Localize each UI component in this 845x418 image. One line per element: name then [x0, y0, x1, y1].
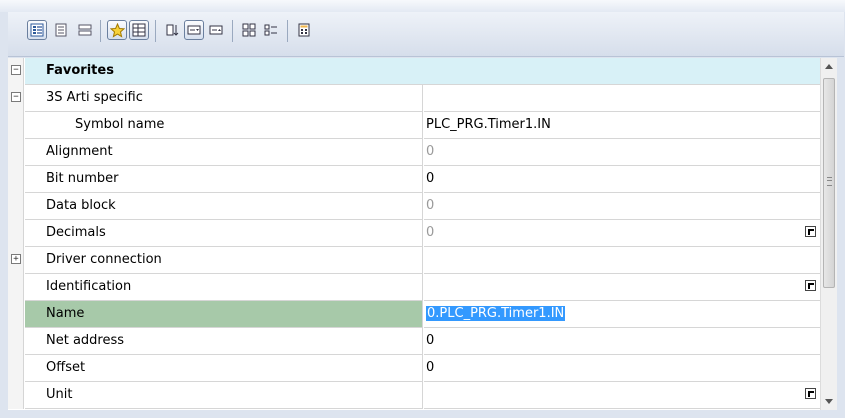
- toolbar-separator: [155, 20, 156, 42]
- selected-value-text[interactable]: 0.PLC_PRG.Timer1.IN: [426, 306, 566, 321]
- property-value[interactable]: [424, 85, 820, 112]
- property-name: Identification: [25, 274, 423, 301]
- edit-field-icon: [187, 25, 201, 35]
- toolbar-separator: [100, 20, 101, 42]
- grip-icon: [827, 177, 832, 186]
- favorites-button[interactable]: [107, 20, 127, 40]
- property-pages-icon: [55, 23, 67, 37]
- row-gutter: +: [8, 247, 24, 274]
- open-dialog-icon[interactable]: [805, 388, 816, 399]
- dropdown-field-button[interactable]: [206, 20, 226, 40]
- list-view-icon: [78, 24, 92, 36]
- property-value[interactable]: 0: [424, 328, 820, 355]
- property-value[interactable]: [424, 247, 820, 274]
- property-row-alignment[interactable]: Alignment 0: [8, 139, 820, 166]
- sort-icon: [166, 24, 179, 36]
- collapse-icon[interactable]: −: [11, 65, 21, 75]
- favorites-category-label: Favorites: [25, 58, 820, 85]
- property-value[interactable]: 0: [424, 193, 820, 220]
- collapse-all-icon: [264, 24, 277, 36]
- row-gutter: −: [8, 85, 24, 112]
- property-name: Net address: [25, 328, 423, 355]
- toolbar-separator: [232, 20, 233, 42]
- property-row-decimals[interactable]: Decimals 0: [8, 220, 820, 247]
- row-gutter: [8, 328, 24, 355]
- property-name: Name: [25, 301, 423, 328]
- collapse-icon[interactable]: −: [11, 92, 21, 102]
- property-value-text: 0: [426, 225, 435, 240]
- property-name: Unit: [25, 382, 423, 409]
- dropdown-field-icon: [209, 25, 223, 35]
- list-view-button[interactable]: [75, 20, 95, 40]
- property-value[interactable]: [424, 382, 820, 409]
- sort-button[interactable]: [162, 20, 182, 40]
- property-name: 3S Arti specific: [25, 85, 423, 112]
- property-name: Data block: [25, 193, 423, 220]
- row-gutter: [8, 355, 24, 382]
- scroll-down-arrow-icon[interactable]: [825, 399, 833, 404]
- calculator-icon: [298, 23, 310, 37]
- property-row-3s-arti-specific[interactable]: − 3S Arti specific: [8, 85, 820, 112]
- property-value-editor[interactable]: 0.PLC_PRG.Timer1.IN: [424, 301, 820, 328]
- row-gutter: [8, 382, 24, 409]
- property-name: Symbol name: [25, 112, 423, 139]
- property-row-symbol-name[interactable]: Symbol name PLC_PRG.Timer1.IN: [8, 112, 820, 139]
- expand-all-button[interactable]: [239, 20, 259, 40]
- property-row-bit-number[interactable]: Bit number 0: [8, 166, 820, 193]
- property-row-net-address[interactable]: Net address 0: [8, 328, 820, 355]
- open-dialog-icon[interactable]: [805, 226, 816, 237]
- row-gutter: [8, 112, 24, 139]
- calculator-button[interactable]: [294, 20, 314, 40]
- toolbar-separator: [287, 20, 288, 42]
- favorites-star-icon: [109, 22, 125, 38]
- property-name: Alignment: [25, 139, 423, 166]
- row-gutter: −: [8, 58, 24, 85]
- categorized-view-button[interactable]: [27, 20, 47, 40]
- top-band: [0, 0, 845, 12]
- property-sheet-button[interactable]: [129, 20, 149, 40]
- row-gutter: [8, 193, 24, 220]
- property-row-identification[interactable]: Identification: [8, 274, 820, 301]
- collapse-all-button[interactable]: [261, 20, 281, 40]
- scroll-thumb[interactable]: [823, 78, 835, 288]
- property-value[interactable]: PLC_PRG.Timer1.IN: [424, 112, 820, 139]
- row-gutter: [8, 139, 24, 166]
- property-value[interactable]: 0: [424, 139, 820, 166]
- row-gutter: [8, 274, 24, 301]
- property-name: Decimals: [25, 220, 423, 247]
- expand-icon[interactable]: +: [11, 254, 21, 264]
- property-pages-button[interactable]: [51, 20, 71, 40]
- scroll-up-arrow-icon[interactable]: [825, 64, 833, 69]
- property-grid-panel: − Favorites − 3S Arti specific Symbol na…: [0, 0, 845, 418]
- row-gutter: [8, 220, 24, 247]
- row-gutter: [8, 166, 24, 193]
- row-gutter: [8, 301, 24, 328]
- property-sheet-icon: [132, 23, 146, 37]
- property-grid: − Favorites − 3S Arti specific Symbol na…: [8, 58, 820, 410]
- vertical-scrollbar[interactable]: [820, 58, 837, 410]
- property-row-data-block[interactable]: Data block 0: [8, 193, 820, 220]
- property-row-unit[interactable]: Unit: [8, 382, 820, 409]
- expand-all-icon: [242, 23, 256, 37]
- property-value[interactable]: 0: [424, 355, 820, 382]
- property-toolbar: [8, 12, 844, 57]
- property-value[interactable]: 0: [424, 220, 820, 247]
- property-row-driver-connection[interactable]: + Driver connection: [8, 247, 820, 274]
- property-value[interactable]: 0: [424, 166, 820, 193]
- open-dialog-icon[interactable]: [805, 280, 816, 291]
- edit-field-button[interactable]: [184, 20, 204, 40]
- favorites-category-row[interactable]: − Favorites: [8, 58, 820, 85]
- property-row-name-selected[interactable]: Name 0.PLC_PRG.Timer1.IN: [8, 301, 820, 328]
- property-row-offset[interactable]: Offset 0: [8, 355, 820, 382]
- property-name: Offset: [25, 355, 423, 382]
- property-name: Bit number: [25, 166, 423, 193]
- property-value[interactable]: [424, 274, 820, 301]
- categorized-view-icon: [30, 23, 44, 37]
- property-name: Driver connection: [25, 247, 423, 274]
